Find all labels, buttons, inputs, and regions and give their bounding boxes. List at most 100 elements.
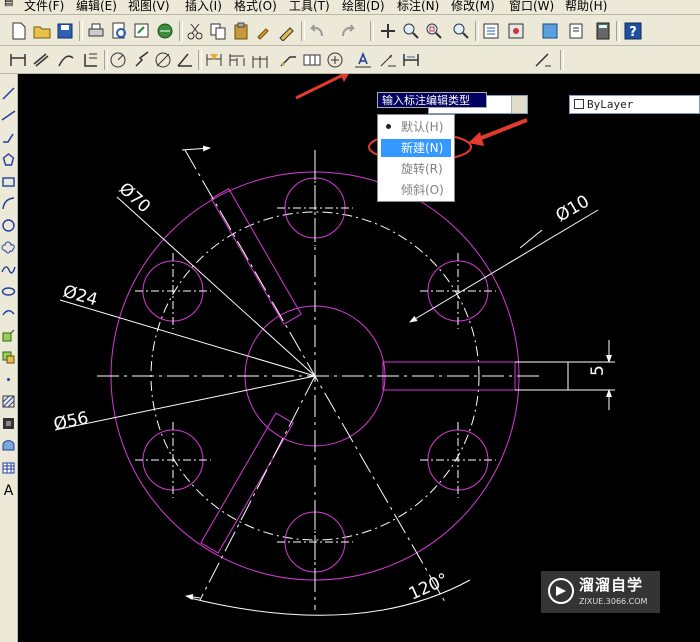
option-default[interactable]: 默认(H) xyxy=(381,118,451,136)
polygon-icon[interactable] xyxy=(1,152,16,167)
zoom-previous-icon[interactable] xyxy=(451,21,471,41)
dim-jogged-icon[interactable] xyxy=(132,50,152,70)
qleader-icon[interactable] xyxy=(278,50,298,70)
dim-linear-icon[interactable] xyxy=(8,50,28,70)
construction-line-icon[interactable] xyxy=(1,108,16,123)
command-prompt: 输入标注编辑类型 xyxy=(377,92,487,108)
dimension-update-icon[interactable] xyxy=(401,50,421,70)
separator xyxy=(475,21,479,41)
option-new[interactable]: 新建(N) xyxy=(381,139,451,157)
redo-icon[interactable] xyxy=(338,21,358,41)
menu-modify[interactable]: 修改(M) xyxy=(451,0,495,14)
draw-toolbar: A xyxy=(0,74,18,642)
calculator-icon[interactable] xyxy=(593,21,613,41)
menu-draw[interactable]: 绘图(D) xyxy=(342,0,385,14)
ellipse-arc-icon[interactable] xyxy=(1,306,16,321)
slot-upper-left xyxy=(210,187,302,325)
etransmit-icon[interactable] xyxy=(155,21,175,41)
option-oblique[interactable]: 倾斜(O) xyxy=(381,181,451,199)
design-center-icon[interactable] xyxy=(506,21,526,41)
dimension-edit-icon[interactable] xyxy=(353,50,373,70)
dim-text-5: 5 xyxy=(588,365,608,376)
separator xyxy=(301,21,305,41)
option-rotate[interactable]: 旋转(R) xyxy=(381,160,451,178)
open-folder-icon[interactable] xyxy=(32,21,52,41)
zoom-window-icon[interactable] xyxy=(424,21,444,41)
table-icon[interactable] xyxy=(1,460,16,475)
dim-continue-icon[interactable] xyxy=(250,50,270,70)
separator xyxy=(198,50,202,70)
new-file-icon[interactable] xyxy=(9,21,29,41)
menu-format[interactable]: 格式(O) xyxy=(234,0,277,14)
dim-text-120: 120° xyxy=(406,570,452,605)
tool-palettes-icon[interactable] xyxy=(540,21,560,41)
dim-text-70: Ø70 xyxy=(115,179,154,217)
dim-leader-56 xyxy=(54,375,316,431)
point-icon[interactable] xyxy=(1,372,16,387)
watermark-name: 溜溜自学 xyxy=(579,576,644,594)
menu-window[interactable]: 窗口(W) xyxy=(509,0,554,14)
sheet-set-icon[interactable] xyxy=(566,21,586,41)
help-icon[interactable]: ? xyxy=(623,21,643,41)
tolerance-icon[interactable] xyxy=(302,50,322,70)
menu-dimension[interactable]: 标注(N) xyxy=(397,0,439,14)
region-icon[interactable] xyxy=(1,438,16,453)
rectangle-icon[interactable] xyxy=(1,174,16,189)
hatch-icon[interactable] xyxy=(1,394,16,409)
dim-text-56: Ø56 xyxy=(52,408,90,435)
print-preview-icon[interactable] xyxy=(109,21,129,41)
logo-icon xyxy=(548,578,574,604)
circle-icon[interactable] xyxy=(1,218,16,233)
quick-dimension-icon[interactable] xyxy=(204,50,224,70)
menu-file[interactable]: 文件(F) xyxy=(24,0,64,14)
insert-block-icon[interactable] xyxy=(1,328,16,343)
ellipse-icon[interactable] xyxy=(1,284,16,299)
polyline-icon[interactable] xyxy=(1,130,16,145)
dim-baseline-icon[interactable] xyxy=(227,50,247,70)
dim-text-10: Ø10 xyxy=(553,192,593,227)
properties-icon[interactable] xyxy=(481,21,501,41)
dim-radius-icon[interactable] xyxy=(108,50,128,70)
match-properties-icon[interactable] xyxy=(254,21,274,41)
dimstyle-manager-icon[interactable] xyxy=(533,50,553,70)
save-icon[interactable] xyxy=(55,21,75,41)
app-menu-icon[interactable]: ▤ xyxy=(4,0,13,8)
dimedit-options-menu: 默认(H) 新建(N) 旋转(R) 倾斜(O) xyxy=(377,114,455,202)
dim-aligned-icon[interactable] xyxy=(31,50,51,70)
dimension-toolbar: ISO-25 ByLayer xyxy=(0,46,700,114)
undo-icon[interactable] xyxy=(307,21,327,41)
dim-leader-10 xyxy=(409,209,599,323)
spline-icon[interactable] xyxy=(1,262,16,277)
watermark-url: ZIXUE.3066.COM xyxy=(579,597,648,606)
dim-angular-icon[interactable] xyxy=(175,50,195,70)
zoom-realtime-icon[interactable] xyxy=(401,21,421,41)
paste-icon[interactable] xyxy=(231,21,251,41)
block-editor-icon[interactable] xyxy=(277,21,297,41)
dim-arc-length-icon[interactable] xyxy=(56,50,76,70)
red-arrow-option xyxy=(475,118,528,142)
publish-icon[interactable] xyxy=(132,21,152,41)
multiline-text-icon[interactable]: A xyxy=(1,482,16,497)
menu-view[interactable]: 视图(V) xyxy=(128,0,170,14)
dimension-text-edit-icon[interactable] xyxy=(378,50,398,70)
menu-help[interactable]: 帮助(H) xyxy=(565,0,607,14)
gradient-icon[interactable] xyxy=(1,416,16,431)
dim-diameter-icon[interactable] xyxy=(153,50,173,70)
menu-insert[interactable]: 插入(I) xyxy=(185,0,222,14)
make-block-icon[interactable] xyxy=(1,350,16,365)
menu-tools[interactable]: 工具(T) xyxy=(289,0,330,14)
arc-icon[interactable] xyxy=(1,196,16,211)
dim-ordinate-icon[interactable] xyxy=(81,50,101,70)
pan-icon[interactable] xyxy=(378,21,398,41)
watermark: 溜溜自学 ZIXUE.3066.COM xyxy=(541,571,660,613)
print-icon[interactable] xyxy=(86,21,106,41)
center-mark-icon[interactable] xyxy=(325,50,345,70)
cut-icon[interactable] xyxy=(185,21,205,41)
copy-icon[interactable] xyxy=(208,21,228,41)
revision-cloud-icon[interactable] xyxy=(1,240,16,255)
line-icon[interactable] xyxy=(1,86,16,101)
menu-edit[interactable]: 编辑(E) xyxy=(76,0,117,14)
bullet-icon xyxy=(386,124,391,129)
dim-text-24: Ø24 xyxy=(61,282,100,311)
drawing-canvas[interactable]: Ø70 Ø10 Ø24 Ø56 5 120° xyxy=(18,74,700,642)
